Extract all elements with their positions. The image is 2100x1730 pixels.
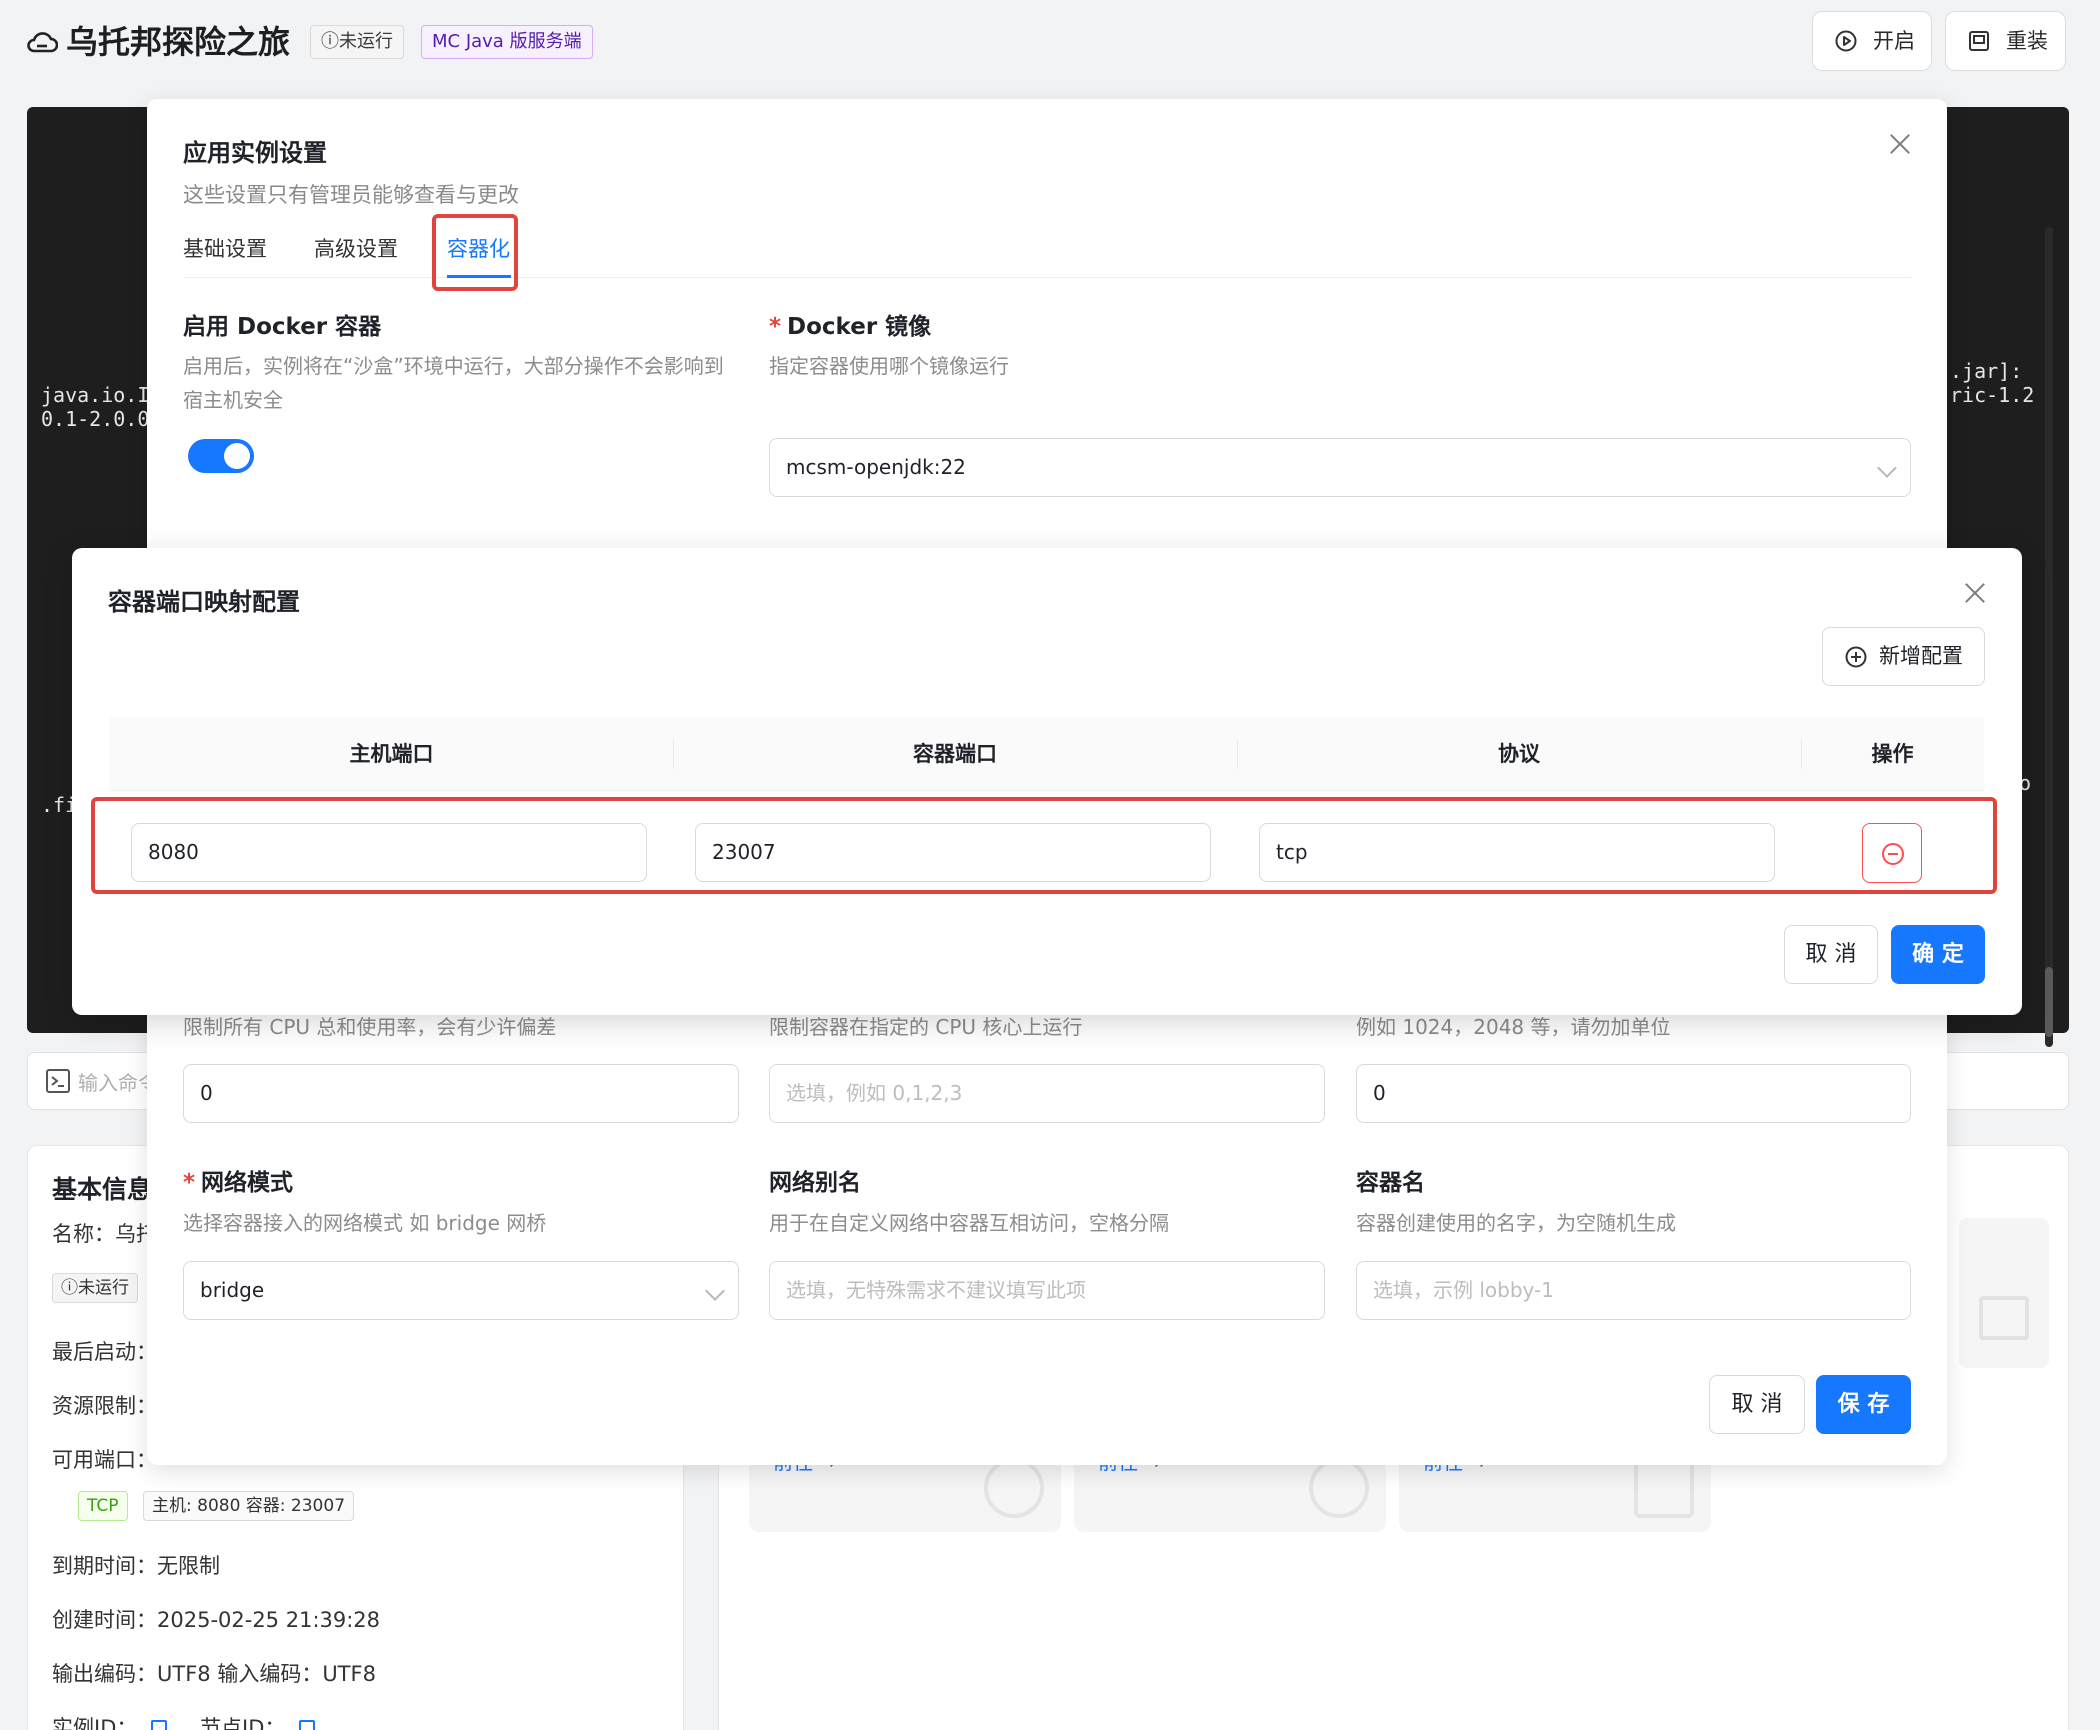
tab-advanced[interactable]: 高级设置	[314, 233, 398, 263]
instance-title: 乌托邦探险之旅	[66, 23, 291, 61]
terminal-line: ric-1.2	[1950, 383, 2035, 407]
port-modal-title: 容器端口映射配置	[108, 588, 300, 616]
port-cancel-button[interactable]: 取 消	[1784, 925, 1878, 984]
reinstall-button[interactable]: 重装	[1945, 11, 2066, 71]
network-mode-label: * 网络模式	[183, 1170, 294, 1196]
resource-limit-line: 资源限制：	[52, 1394, 157, 1418]
node-id-label: 节点ID：	[200, 1716, 286, 1730]
cpu-cores-input[interactable]: 选填，例如 0,1,2,3	[769, 1064, 1325, 1123]
tab-highlight-box	[432, 214, 518, 291]
expire-line: 到期时间：无限制	[52, 1554, 220, 1578]
close-icon[interactable]	[1962, 580, 1988, 606]
history-icon	[984, 1458, 1044, 1518]
tab-basic[interactable]: 基础设置	[183, 233, 267, 263]
terminal-icon	[1979, 1296, 2029, 1340]
network-mode-select[interactable]: bridge	[183, 1261, 739, 1320]
column-header: 容器端口	[913, 742, 997, 766]
port-mapping-tag: 主机: 8080 容器: 23007	[143, 1491, 355, 1521]
docker-enable-label: 启用 Docker 容器	[183, 314, 382, 340]
settings-save-button[interactable]: 保 存	[1816, 1375, 1911, 1434]
network-alias-label: 网络别名	[769, 1170, 861, 1196]
cpu-usage-input[interactable]: 0	[183, 1064, 739, 1123]
terminal-line: 0.1-2.0.0	[41, 407, 150, 431]
port-mapping-modal: 容器端口映射配置 新增配置 主机端口 容器端口 协议 操作 8080 23007…	[72, 548, 2022, 1015]
row-highlight-box	[91, 797, 1997, 894]
plus-circle-icon	[1845, 646, 1867, 668]
ports-label: 可用端口：	[52, 1448, 157, 1472]
protocol-tag: TCP	[78, 1491, 128, 1521]
memory-desc: 例如 1024，2048 等，请勿加单位	[1356, 1015, 1671, 1039]
docker-image-label: * Docker 镜像	[769, 314, 932, 340]
chevron-down-icon	[1877, 458, 1897, 478]
copy-icon[interactable]	[151, 1720, 168, 1730]
play-circle-icon	[1835, 30, 1857, 52]
container-name-input[interactable]: 选填，示例 lobby-1	[1356, 1261, 1911, 1320]
add-mapping-button[interactable]: 新增配置	[1822, 627, 1985, 686]
close-icon[interactable]	[1887, 131, 1913, 157]
docker-image-desc: 指定容器使用哪个镜像运行	[769, 354, 1009, 378]
cloud-server-icon	[27, 32, 58, 53]
settings-modal-title: 应用实例设置	[183, 139, 327, 167]
status-badge-small: ⓘ未运行	[52, 1273, 138, 1303]
dashboard-icon	[1309, 1458, 1369, 1518]
chevron-down-icon	[705, 1281, 725, 1301]
terminal-scrollbar-thumb[interactable]	[2045, 967, 2053, 1037]
column-header: 协议	[1498, 742, 1540, 766]
container-name-desc: 容器创建使用的名字，为空随机生成	[1356, 1211, 1676, 1235]
created-line: 创建时间：2025-02-25 21:39:28	[52, 1608, 381, 1632]
network-mode-desc: 选择容器接入的网络模式 如 bridge 网桥	[183, 1211, 547, 1235]
type-badge: MC Java 版服务端	[421, 25, 593, 59]
terminal-scrollbar[interactable]	[2045, 227, 2053, 1047]
toggle-knob	[224, 443, 250, 469]
ids-line: 实例ID： 节点ID：	[52, 1712, 316, 1730]
last-start-line: 最后启动：	[52, 1340, 157, 1364]
terminal-icon	[46, 1069, 70, 1093]
mapping-table-header: 主机端口 容器端口 协议 操作	[110, 717, 1984, 791]
docker-enable-toggle[interactable]	[188, 439, 254, 473]
cpu-usage-desc: 限制所有 CPU 总和使用率，会有少许偏差	[183, 1015, 557, 1039]
encoding-line: 输出编码：UTF8 输入编码：UTF8	[52, 1662, 376, 1686]
docker-enable-desc: 启用后，实例将在“沙盒”环境中运行，大部分操作不会影响到宿主机安全	[183, 354, 724, 412]
column-header: 主机端口	[349, 742, 434, 766]
cpu-cores-desc: 限制容器在指定的 CPU 核心上运行	[769, 1015, 1083, 1039]
info-circle-icon: ⓘ	[61, 1278, 78, 1298]
network-alias-desc: 用于在自定义网络中容器互相访问，空格分隔	[769, 1211, 1169, 1235]
port-ok-button[interactable]: 确 定	[1891, 925, 1985, 984]
terminal-line: .jar]:	[1950, 359, 2023, 383]
container-name-label: 容器名	[1356, 1170, 1425, 1196]
info-circle-icon: ⓘ	[321, 31, 339, 52]
basic-info-title: 基本信息	[52, 1175, 153, 1204]
reinstall-icon	[1969, 31, 1989, 51]
instance-id-label: 实例ID：	[52, 1716, 138, 1730]
required-mark: *	[769, 314, 782, 340]
page-header: 乌托邦探险之旅 ⓘ未运行 MC Java 版服务端 开启 重装	[0, 0, 2100, 100]
command-placeholder: 输入命令	[78, 1071, 158, 1095]
name-line: 名称：乌托	[52, 1222, 157, 1246]
terminal-tile[interactable]	[1959, 1218, 2049, 1368]
network-alias-input[interactable]: 选填，无特殊需求不建议填写此项	[769, 1261, 1325, 1320]
column-header: 操作	[1871, 742, 1914, 766]
settings-modal-subtitle: 这些设置只有管理员能够查看与更改	[183, 183, 519, 207]
apps-icon	[1634, 1458, 1694, 1518]
memory-input[interactable]: 0	[1356, 1064, 1911, 1123]
settings-cancel-button[interactable]: 取 消	[1709, 1375, 1805, 1434]
start-button[interactable]: 开启	[1812, 11, 1932, 71]
docker-image-select[interactable]: mcsm-openjdk:22	[769, 438, 1911, 497]
terminal-line: java.io.I	[41, 383, 150, 407]
required-mark: *	[183, 1170, 196, 1196]
status-badge: ⓘ未运行	[310, 25, 404, 59]
copy-icon[interactable]	[299, 1720, 316, 1730]
